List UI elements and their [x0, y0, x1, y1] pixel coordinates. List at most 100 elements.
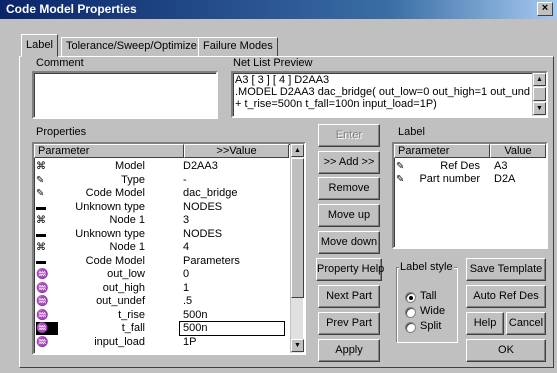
label-row[interactable]: ✎ Ref Des A3: [394, 160, 546, 173]
label-col-value[interactable]: Value: [490, 144, 546, 158]
property-value-input[interactable]: 500n: [179, 321, 285, 336]
label-style-title: Label style: [399, 261, 454, 273]
title-bar: Code Model Properties ×: [0, 0, 557, 19]
ctx-icon: ⌘: [36, 242, 46, 253]
netlist-line: .MODEL D2AA3 dac_bridge( out_low=0 out_h…: [235, 86, 530, 98]
property-value: 1P: [183, 335, 197, 348]
properties-grid[interactable]: Parameter >>Value ⌘ Model D2AA3 ✎ Type - ✎ Code…: [32, 142, 306, 355]
param-icon: ♒: [36, 296, 49, 307]
property-param: out_low: [107, 268, 145, 280]
param-icon: ♒: [36, 336, 49, 348]
tab-failure-modes[interactable]: Failure Modes: [198, 37, 278, 57]
scroll-up-icon[interactable]: ▲: [533, 73, 546, 86]
pen-icon: ✎: [36, 188, 45, 199]
enter-button[interactable]: Enter: [318, 124, 380, 147]
properties-col-parameter[interactable]: Parameter: [34, 144, 184, 158]
param-icon: ♒: [36, 269, 49, 280]
property-param: Unknown type: [75, 200, 145, 213]
label-row[interactable]: ✎ Part number D2A: [394, 173, 546, 186]
close-icon[interactable]: ×: [537, 2, 553, 16]
radio-split[interactable]: [405, 322, 416, 333]
property-param: out_high: [102, 281, 145, 294]
property-row[interactable]: ♒ out_undef .5: [34, 295, 288, 308]
properties-scrollbar[interactable]: ▲ ▼: [290, 144, 304, 353]
property-param: Node 1: [109, 214, 145, 226]
prev-part-button[interactable]: Prev Part: [318, 312, 380, 335]
property-row[interactable]: ⌘ Node 1 3: [34, 214, 288, 227]
property-value: NODES: [183, 227, 223, 240]
property-value: dac_bridge: [183, 187, 238, 199]
property-row[interactable]: ✎ Code Model dac_bridge: [34, 187, 288, 200]
property-row[interactable]: ▬ Unknown type NODES: [34, 228, 288, 241]
tab-label[interactable]: Label: [21, 34, 58, 57]
property-param: Code Model: [85, 187, 145, 199]
property-value: Parameters: [183, 254, 240, 267]
param-icon: ♒: [36, 309, 49, 321]
property-row[interactable]: ♒ input_load 1P: [34, 336, 288, 349]
scroll-thumb[interactable]: [533, 87, 546, 101]
property-param: input_load: [94, 335, 145, 348]
comment-field[interactable]: [32, 71, 218, 119]
radio-tall[interactable]: [405, 292, 416, 303]
radio-wide[interactable]: [405, 307, 416, 318]
move-up-button[interactable]: Move up: [318, 204, 380, 227]
property-row[interactable]: ♒ t_fall 500n: [34, 321, 288, 336]
property-value: 1: [183, 281, 190, 294]
scroll-up-icon[interactable]: ▲: [291, 144, 304, 157]
help-button[interactable]: Help: [466, 312, 504, 335]
pen-icon: ✎: [396, 174, 405, 185]
label-grid[interactable]: Parameter Value ✎ Ref Des A3 ✎ Part numb…: [392, 142, 548, 249]
add-button[interactable]: >> Add >>: [318, 151, 380, 174]
scroll-down-icon[interactable]: ▼: [291, 339, 304, 352]
property-row[interactable]: ⌘ Node 1 4: [34, 241, 288, 254]
label-value: A3: [494, 160, 508, 172]
ok-button[interactable]: OK: [466, 339, 546, 362]
apply-button[interactable]: Apply: [318, 339, 380, 362]
move-down-button[interactable]: Move down: [318, 231, 380, 254]
window-title: Code Model Properties: [6, 2, 137, 16]
properties-col-value[interactable]: >>Value: [184, 144, 289, 158]
property-row[interactable]: ♒ t_rise 500n: [34, 309, 288, 322]
property-row[interactable]: ✎ Type -: [34, 174, 288, 187]
pen-icon: ✎: [36, 174, 45, 186]
property-param: t_rise: [118, 308, 145, 321]
property-param: t_fall: [121, 322, 145, 334]
netlist-preview[interactable]: A3 [ 3 ] [ 4 ] D2AA3 .MODEL D2AA3 dac_br…: [231, 71, 548, 118]
radio-selected-dot: [409, 296, 413, 300]
cancel-button[interactable]: Cancel: [506, 312, 546, 335]
property-help-button[interactable]: Property Help: [316, 258, 384, 281]
blank-icon: ▬: [36, 228, 46, 240]
netlist-scrollbar[interactable]: ▲ ▼: [532, 73, 546, 116]
label-param: Ref Des: [440, 160, 480, 172]
property-row[interactable]: ▬ Unknown type NODES: [34, 201, 288, 214]
radio-split-label: Split: [420, 320, 442, 332]
property-param: Type: [121, 173, 145, 186]
radio-wide-label: Wide: [420, 305, 446, 317]
comment-label: Comment: [36, 57, 84, 69]
property-value: .5: [183, 295, 193, 307]
next-part-button[interactable]: Next Part: [318, 285, 380, 308]
property-row[interactable]: ⌘ Model D2AA3: [34, 160, 288, 173]
tab-tolerance-sweep-optimize[interactable]: Tolerance/Sweep/Optimize: [61, 37, 202, 57]
netlist-line: A3 [ 3 ] [ 4 ] D2AA3: [235, 74, 330, 86]
param-icon: ♒: [36, 282, 49, 294]
pen-icon: ✎: [396, 161, 405, 172]
label-value: D2A: [494, 173, 516, 185]
property-row[interactable]: ▬ Code Model Parameters: [34, 255, 288, 268]
property-value: 500n: [183, 308, 208, 321]
label-param: Part number: [419, 173, 480, 185]
properties-label: Properties: [36, 126, 87, 138]
tab-tolerance-text: Tolerance/Sweep/Optimize: [66, 40, 197, 52]
save-template-button[interactable]: Save Template: [466, 258, 546, 281]
scroll-thumb[interactable]: [291, 158, 304, 298]
label-col-parameter[interactable]: Parameter: [394, 144, 490, 158]
auto-ref-des-button[interactable]: Auto Ref Des: [466, 285, 546, 308]
ctx-icon: ⌘: [36, 161, 46, 172]
property-param: out_undef: [96, 295, 145, 307]
property-row[interactable]: ♒ out_low 0: [34, 268, 288, 281]
param-icon: ♒: [36, 322, 58, 335]
scroll-down-icon[interactable]: ▼: [533, 102, 546, 115]
property-value: D2AA3: [183, 160, 218, 172]
remove-button[interactable]: Remove: [318, 177, 380, 200]
property-row[interactable]: ♒ out_high 1: [34, 282, 288, 295]
